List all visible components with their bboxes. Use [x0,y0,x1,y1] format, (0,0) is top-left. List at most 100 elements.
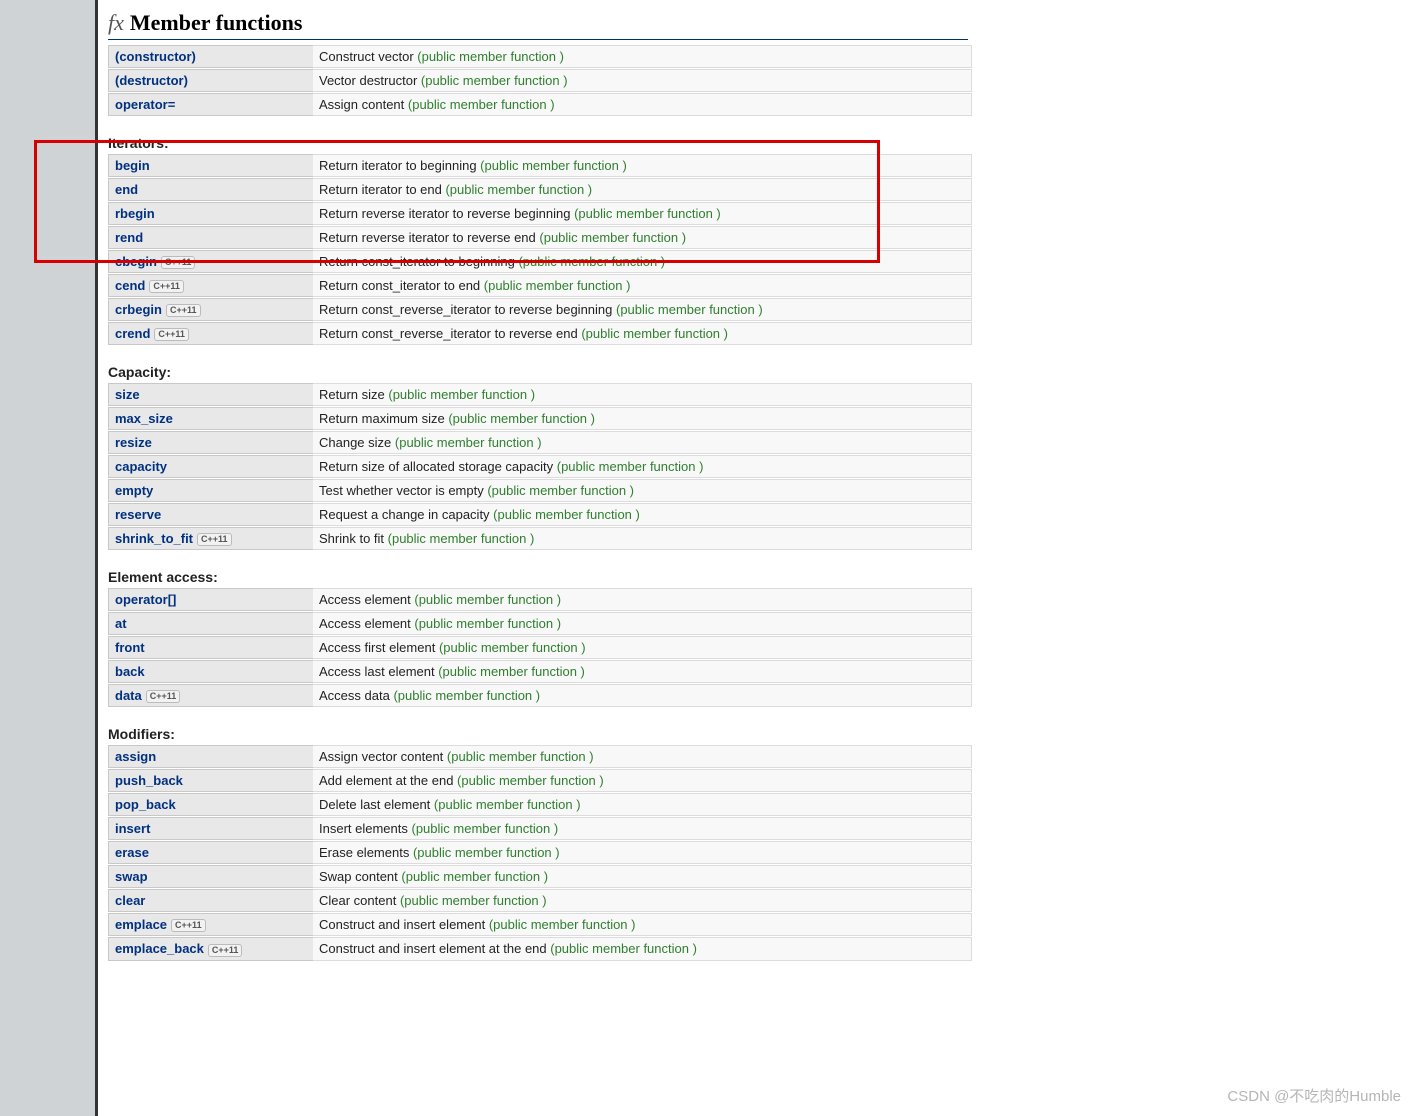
function-desc-cell: Access element (public member function ) [313,588,972,611]
function-desc: Access element [319,592,414,607]
function-link[interactable]: front [115,640,145,655]
table-row: dataC++11Access data (public member func… [108,684,972,707]
member-type-label: (public member function ) [388,387,535,402]
function-desc: Return const_reverse_iterator to reverse… [319,302,616,317]
table-row: pop_back Delete last element (public memb… [108,793,972,816]
function-name-cell: operator= [108,93,313,116]
function-link[interactable]: reserve [115,507,161,522]
function-link[interactable]: rbegin [115,206,155,221]
table-row: size Return size (public member function … [108,383,972,406]
function-desc: Construct vector [319,49,417,64]
function-desc: Assign content [319,97,408,112]
function-name-cell: operator[] [108,588,313,611]
member-type-label: (public member function ) [412,821,559,836]
function-link[interactable]: emplace_back [115,941,204,956]
function-desc-cell: Return const_iterator to end (public mem… [313,274,972,297]
function-name-cell: crendC++11 [108,322,313,345]
member-type-label: (public member function ) [557,459,704,474]
function-desc-cell: Return const_reverse_iterator to reverse… [313,298,972,321]
function-link[interactable]: erase [115,845,149,860]
function-link[interactable]: pop_back [115,797,176,812]
member-type-label: (public member function ) [616,302,763,317]
function-link[interactable]: assign [115,749,156,764]
function-table: operator[] Access element (public member … [108,587,972,708]
function-link[interactable]: swap [115,869,148,884]
function-link[interactable]: at [115,616,127,631]
member-type-label: (public member function ) [393,688,540,703]
table-row: emptyTest whether vector is empty (publi… [108,479,972,502]
function-link[interactable]: (constructor) [115,49,196,64]
function-link[interactable]: clear [115,893,145,908]
function-name-cell: max_size [108,407,313,430]
function-link[interactable]: cend [115,278,145,293]
function-link[interactable]: (destructor) [115,73,188,88]
function-link[interactable]: crbegin [115,302,162,317]
function-name-cell: rbegin [108,202,313,225]
function-desc-cell: Delete last element (public member funct… [313,793,972,816]
function-link[interactable]: insert [115,821,150,836]
function-name-cell: empty [108,479,313,502]
function-desc-cell: Vector destructor (public member functio… [313,69,972,92]
function-name-cell: pop_back [108,793,313,816]
function-link[interactable]: max_size [115,411,173,426]
function-desc: Return size [319,387,388,402]
function-name-cell: capacity [108,455,313,478]
function-link[interactable]: capacity [115,459,167,474]
table-row: cbeginC++11Return const_iterator to begi… [108,250,972,273]
function-link[interactable]: back [115,664,145,679]
function-desc: Request a change in capacity [319,507,493,522]
function-link[interactable]: begin [115,158,150,173]
function-desc: Test whether vector is empty [319,483,487,498]
table-row: (constructor) Construct vector (public me… [108,45,972,68]
function-link[interactable]: rend [115,230,143,245]
function-link[interactable]: operator= [115,97,175,112]
function-desc: Access data [319,688,393,703]
function-desc: Return iterator to beginning [319,158,480,173]
function-name-cell: begin [108,154,313,177]
function-desc-cell: Return iterator to beginning (public mem… [313,154,972,177]
function-table: assign Assign vector content (public memb… [108,744,972,961]
cpp11-badge-icon: C++11 [161,256,196,269]
table-row: operator[] Access element (public member … [108,588,972,611]
member-type-label: (public member function ) [417,49,564,64]
cpp11-badge-icon: C++11 [208,944,243,957]
function-desc-cell: Shrink to fit (public member function ) [313,527,972,550]
table-row: crbeginC++11Return const_reverse_iterato… [108,298,972,321]
table-row: begin Return iterator to beginning (publi… [108,154,972,177]
function-desc-cell: Return reverse iterator to reverse begin… [313,202,972,225]
function-name-cell: insert [108,817,313,840]
table-row: rbegin Return reverse iterator to reverse… [108,202,972,225]
function-link[interactable]: cbegin [115,254,157,269]
function-name-cell: at [108,612,313,635]
function-link[interactable]: shrink_to_fit [115,531,193,546]
function-link[interactable]: emplace [115,917,167,932]
table-row: emplace_backC++11Construct and insert el… [108,937,972,960]
function-link[interactable]: crend [115,326,150,341]
function-link[interactable]: empty [115,483,153,498]
function-name-cell: erase [108,841,313,864]
function-desc-cell: Swap content (public member function ) [313,865,972,888]
function-link[interactable]: push_back [115,773,183,788]
function-desc: Shrink to fit [319,531,388,546]
table-row: cendC++11Return const_iterator to end (p… [108,274,972,297]
function-desc: Swap content [319,869,401,884]
function-desc-cell: Add element at the end (public member fu… [313,769,972,792]
function-link[interactable]: size [115,387,140,402]
function-link[interactable]: data [115,688,142,703]
function-desc-cell: Return maximum size (public member funct… [313,407,972,430]
member-type-label: (public member function ) [408,97,555,112]
function-desc-cell: Return reverse iterator to reverse end (… [313,226,972,249]
table-row: clearClear content (public member functi… [108,889,972,912]
group-heading: Element access: [108,569,1411,585]
function-desc: Change size [319,435,395,450]
function-desc: Assign vector content [319,749,447,764]
function-link[interactable]: end [115,182,138,197]
member-type-label: (public member function ) [395,435,542,450]
function-table: size Return size (public member function … [108,382,972,551]
function-link[interactable]: resize [115,435,152,450]
function-link[interactable]: operator[] [115,592,176,607]
function-desc-cell: Assign vector content (public member fun… [313,745,972,768]
function-name-cell: assign [108,745,313,768]
function-name-cell: push_back [108,769,313,792]
function-name-cell: emplaceC++11 [108,913,313,936]
